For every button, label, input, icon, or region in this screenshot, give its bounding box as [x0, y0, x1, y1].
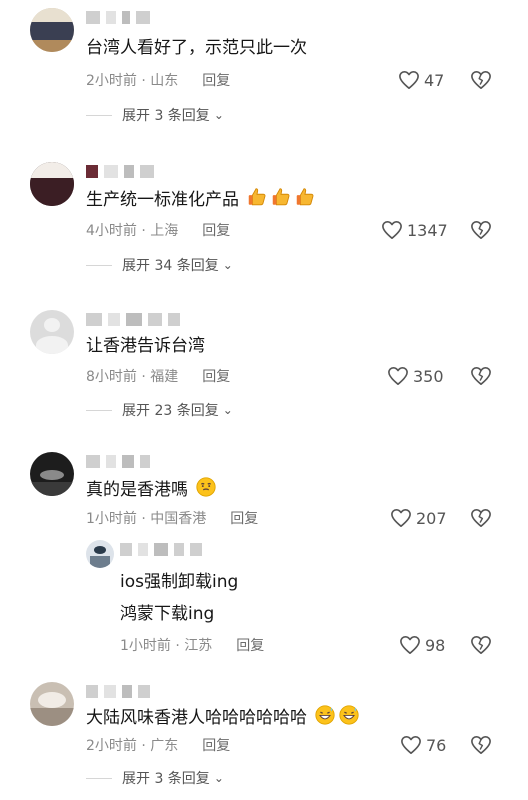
like-count: 47: [424, 70, 445, 90]
dislike-button[interactable]: [470, 366, 492, 390]
avatar[interactable]: [30, 162, 74, 206]
like-count: 76: [426, 735, 447, 755]
chevron-down-icon: ⌄: [213, 771, 224, 785]
username-blurred[interactable]: [120, 542, 202, 556]
comment-text-row: 真的是香港嗎: [86, 476, 217, 505]
broken-heart-icon: [471, 71, 491, 89]
avatar[interactable]: [86, 540, 114, 568]
comment-text-row: 大陆风味香港人哈哈哈哈哈哈: [86, 704, 360, 733]
chevron-down-icon: ⌄: [213, 108, 224, 122]
broken-heart-icon: [471, 636, 491, 654]
expand-replies-label: 展开 34 条回复: [122, 258, 219, 274]
like-button[interactable]: 98: [399, 635, 445, 655]
chevron-down-icon: ⌄: [222, 403, 233, 417]
comment-list: 台湾人看好了，示范只此一次 2小时前 · 山东 回复 47 展开 3 条回复 ⌄ …: [0, 0, 528, 800]
comment-meta: 1小时前 · 中国香港 回复: [86, 510, 258, 528]
username-blurred[interactable]: [86, 10, 150, 24]
avatar[interactable]: [30, 452, 74, 496]
thumbs-up-emoji-icon: [270, 186, 292, 215]
heart-icon: [400, 636, 420, 654]
reply-button[interactable]: 回复: [202, 369, 230, 385]
avatar[interactable]: [30, 310, 74, 354]
broken-heart-icon: [471, 221, 491, 239]
like-button[interactable]: 1347: [381, 220, 448, 240]
comment-time-location: 2小时前 · 广东: [86, 738, 179, 754]
comment-time-location: 2小时前 · 山东: [86, 73, 179, 89]
username-blurred[interactable]: [86, 312, 180, 326]
like-button[interactable]: 47: [398, 70, 444, 90]
comment-time-location: 1小时前 · 中国香港: [86, 511, 207, 527]
comment-text: 生产统一标准化产品: [86, 190, 239, 210]
divider-line: [86, 777, 112, 779]
reply-button[interactable]: 回复: [230, 511, 258, 527]
like-count: 1347: [407, 220, 448, 240]
comment-meta: 4小时前 · 上海 回复: [86, 222, 230, 240]
avatar[interactable]: [30, 8, 74, 52]
like-count: 350: [413, 366, 444, 386]
heart-icon: [401, 736, 421, 754]
comment-text: 让香港告诉台湾: [86, 336, 205, 356]
expand-replies-button[interactable]: 展开 3 条回复 ⌄: [86, 768, 224, 788]
comment-time-location: 4小时前 · 上海: [86, 223, 179, 239]
like-button[interactable]: 76: [400, 735, 446, 755]
chevron-down-icon: ⌄: [222, 258, 233, 272]
expand-replies-button[interactable]: 展开 34 条回复 ⌄: [86, 255, 233, 275]
username-blurred[interactable]: [86, 164, 154, 178]
thumbs-up-emoji-icon: [246, 186, 268, 215]
dislike-button[interactable]: [470, 635, 492, 659]
dislike-button[interactable]: [470, 735, 492, 759]
expand-replies-button[interactable]: 展开 23 条回复 ⌄: [86, 400, 233, 420]
avatar[interactable]: [30, 682, 74, 726]
reply-button[interactable]: 回复: [202, 73, 230, 89]
broken-heart-icon: [471, 367, 491, 385]
comment-text: 台湾人看好了，示范只此一次: [86, 38, 307, 58]
comment-meta: 2小时前 · 广东 回复: [86, 737, 230, 755]
comment-text-row: 生产统一标准化产品: [86, 186, 316, 215]
username-blurred[interactable]: [86, 684, 150, 698]
reply-text-line: 鸿蒙下载ing: [120, 604, 215, 624]
like-count: 207: [416, 508, 447, 528]
username-blurred[interactable]: [86, 454, 150, 468]
heart-icon: [399, 71, 419, 89]
comment-text: 大陆风味香港人哈哈哈哈哈哈: [86, 708, 307, 728]
reply-button[interactable]: 回复: [202, 223, 230, 239]
expand-replies-label: 展开 3 条回复: [122, 108, 210, 124]
reply-text-line: ios强制卸载ing: [120, 572, 239, 592]
heart-icon: [388, 367, 408, 385]
divider-line: [86, 264, 112, 266]
reply-button[interactable]: 回复: [236, 638, 264, 654]
dislike-button[interactable]: [470, 70, 492, 94]
comment-meta: 2小时前 · 山东 回复: [86, 72, 230, 90]
broken-heart-icon: [471, 509, 491, 527]
divider-line: [86, 114, 112, 116]
dislike-button[interactable]: [470, 220, 492, 244]
grinning-sweat-face-emoji-icon: [338, 704, 360, 733]
comment-text: 真的是香港嗎: [86, 480, 188, 500]
expand-replies-button[interactable]: 展开 3 条回复 ⌄: [86, 105, 224, 125]
comment-meta: 1小时前 · 江苏 回复: [120, 637, 264, 655]
broken-heart-icon: [471, 736, 491, 754]
comment-time-location: 8小时前 · 福建: [86, 369, 179, 385]
thumbs-up-emoji-icon: [294, 186, 316, 215]
thinking-face-emoji-icon: [195, 476, 217, 505]
dislike-button[interactable]: [470, 508, 492, 532]
expand-replies-label: 展开 3 条回复: [122, 771, 210, 787]
grinning-sweat-face-emoji-icon: [314, 704, 336, 733]
like-button[interactable]: 350: [387, 366, 444, 386]
expand-replies-label: 展开 23 条回复: [122, 403, 219, 419]
divider-line: [86, 409, 112, 411]
like-count: 98: [425, 635, 446, 655]
like-button[interactable]: 207: [390, 508, 447, 528]
comment-meta: 8小时前 · 福建 回复: [86, 368, 230, 386]
reply-button[interactable]: 回复: [202, 738, 230, 754]
heart-icon: [391, 509, 411, 527]
heart-icon: [382, 221, 402, 239]
comment-time-location: 1小时前 · 江苏: [120, 638, 213, 654]
